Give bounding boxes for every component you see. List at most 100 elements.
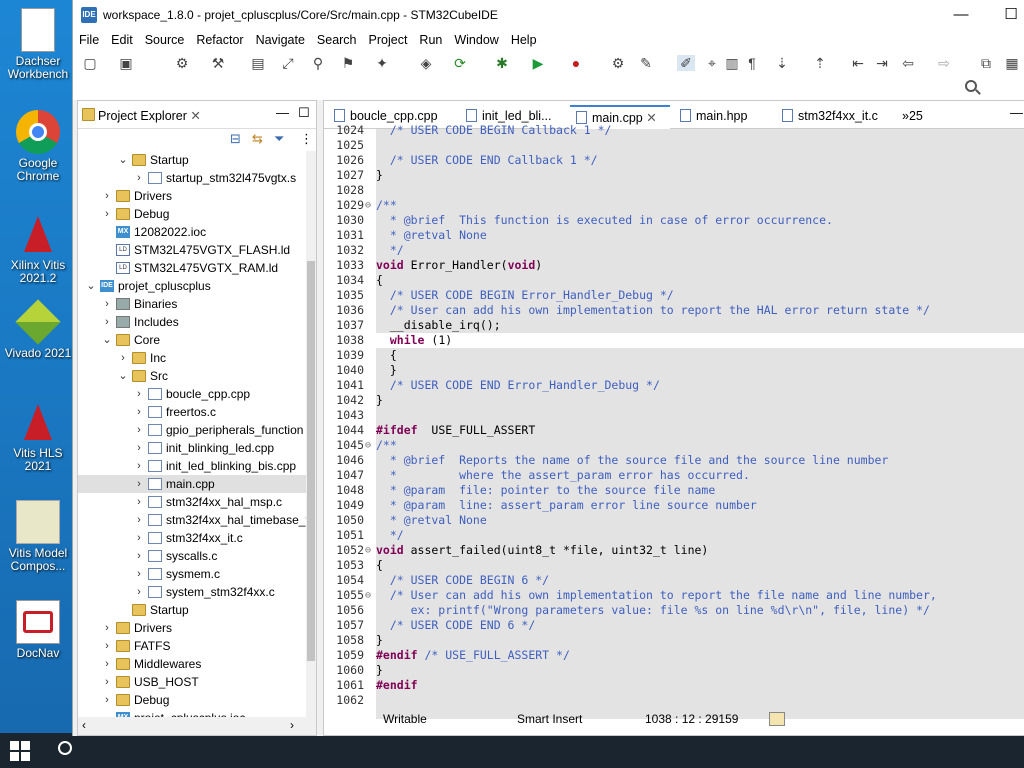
code-line[interactable]: 1046 * @brief Reports the name of the so… <box>324 453 1024 468</box>
code-line[interactable]: 1054 /* USER CODE BEGIN 6 */ <box>324 573 1024 588</box>
expand-chevron-icon[interactable]: › <box>134 511 144 529</box>
menu-file[interactable]: File <box>73 30 105 47</box>
menu-source[interactable]: Source <box>139 30 191 47</box>
code-line[interactable]: 1053 { <box>324 558 1024 573</box>
expand-chevron-icon[interactable]: › <box>102 295 112 313</box>
next-annotation-icon[interactable]: ⇣ <box>773 55 791 71</box>
expand-chevron-icon[interactable]: › <box>102 205 112 223</box>
desktop-icon-vitis-model[interactable]: Vitis Model Compos... <box>0 500 76 573</box>
tree-item[interactable]: › sysmem.c <box>78 565 306 583</box>
code-line[interactable]: 1037 __disable_irq(); <box>324 318 1024 333</box>
code-line[interactable]: 1035 /* USER CODE BEGIN Error_Handler_De… <box>324 288 1024 303</box>
prev-annotation-icon[interactable]: ⇡ <box>811 55 829 71</box>
tree-item[interactable]: › Binaries <box>78 295 306 313</box>
menu-navigate[interactable]: Navigate <box>250 30 311 47</box>
desktop-icon-dachser[interactable]: Dachser Workbench <box>0 8 76 81</box>
code-line[interactable]: 1027} <box>324 168 1024 183</box>
tree-item[interactable]: › Middlewares <box>78 655 306 673</box>
expand-chevron-icon[interactable]: › <box>102 673 112 691</box>
code-line[interactable]: 1062 <box>324 693 1024 708</box>
code-line[interactable]: 1051 */ <box>324 528 1024 543</box>
tree-item[interactable]: ⌄ Src <box>78 367 306 385</box>
external-tools-icon[interactable]: ⚙ <box>609 55 627 71</box>
tree-item[interactable]: › init_blinking_led.cpp <box>78 439 306 457</box>
highlight-icon[interactable]: ✐ <box>677 55 695 71</box>
tree-item[interactable]: › freertos.c <box>78 403 306 421</box>
expand-chevron-icon[interactable]: › <box>134 475 144 493</box>
fold-toggle-icon[interactable]: ⊖ <box>365 588 375 603</box>
project-explorer-title[interactable]: Project Explorer ✕ <box>98 108 201 123</box>
scroll-right-icon[interactable]: › <box>290 718 294 732</box>
tree-item[interactable]: › boucle_cpp.cpp <box>78 385 306 403</box>
expand-chevron-icon[interactable]: › <box>134 529 144 547</box>
close-icon[interactable]: ✕ <box>190 109 200 123</box>
menu-window[interactable]: Window <box>448 30 504 47</box>
maximize-button[interactable]: ☐ <box>991 4 1024 26</box>
tree-horizontal-scrollbar[interactable]: ‹ › <box>78 717 316 735</box>
minimize-button[interactable]: — <box>941 4 981 26</box>
tree-item[interactable]: › FATFS <box>78 637 306 655</box>
code-line[interactable]: 1045 ⊖/** <box>324 438 1024 453</box>
code-line[interactable]: 1059 #endif /* USE_FULL_ASSERT */ <box>324 648 1024 663</box>
collapse-all-icon[interactable]: ⊟ <box>230 131 241 147</box>
expand-chevron-icon[interactable]: › <box>102 655 112 673</box>
open-perspective-icon[interactable]: ⧉ <box>977 55 995 71</box>
fold-toggle-icon[interactable]: ⊖ <box>365 198 375 213</box>
code-line[interactable]: 1028 <box>324 183 1024 198</box>
debug-config-icon[interactable]: ⚲ <box>309 55 327 71</box>
block-icon[interactable]: ▥ <box>723 55 741 71</box>
tree-item[interactable]: ⌄ IDE projet_cpluscplus <box>78 277 306 295</box>
tree-item[interactable]: LD STM32L475VGTX_RAM.ld <box>78 259 306 277</box>
expand-chevron-icon[interactable]: › <box>134 547 144 565</box>
code-line[interactable]: 1034 { <box>324 273 1024 288</box>
tree-item[interactable]: › Drivers <box>78 187 306 205</box>
tree-item[interactable]: › Debug <box>78 205 306 223</box>
tree-item[interactable]: › startup_stm32l475vgtx.s <box>78 169 306 187</box>
stop-icon[interactable]: ● <box>567 55 585 71</box>
menu-edit[interactable]: Edit <box>105 30 139 47</box>
code-line[interactable]: 1048 * @param file: pointer to the sourc… <box>324 483 1024 498</box>
menu-project[interactable]: Project <box>363 30 414 47</box>
expand-chevron-icon[interactable]: › <box>134 403 144 421</box>
code-line[interactable]: 1049 * @param line: assert_param error l… <box>324 498 1024 513</box>
code-line[interactable]: 1052 ⊖ void assert_failed(uint8_t *file, u… <box>324 543 1024 558</box>
code-line[interactable]: 1044 #ifdef USE_FULL_ASSERT <box>324 423 1024 438</box>
tool-icon[interactable]: ⤢ <box>279 55 297 71</box>
tree-item[interactable]: › syscalls.c <box>78 547 306 565</box>
perspective-icon[interactable]: ▦ <box>1003 55 1021 71</box>
expand-chevron-icon[interactable]: › <box>102 691 112 709</box>
fold-toggle-icon[interactable]: ⊖ <box>365 543 375 558</box>
build-settings-icon[interactable]: ⚙ <box>173 55 191 71</box>
desktop-icon-docnav[interactable]: DocNav <box>0 600 76 660</box>
forward-icon[interactable]: ⇨ <box>935 55 953 71</box>
code-line[interactable]: 1036 /* User can add his own implementat… <box>324 303 1024 318</box>
pilcrow-icon[interactable]: ¶ <box>743 55 761 71</box>
expand-chevron-icon[interactable]: › <box>102 619 112 637</box>
tree-item[interactable]: › main.cpp <box>78 475 306 493</box>
code-line[interactable]: 1043 <box>324 408 1024 423</box>
tree-item[interactable]: › Inc <box>78 349 306 367</box>
run-icon[interactable]: ▶ <box>529 55 547 71</box>
desktop-icon-vitis-hls[interactable]: Vitis HLS 2021 <box>0 400 76 473</box>
link-editor-icon[interactable]: ⇆ <box>252 131 263 147</box>
last-edit-icon[interactable]: ⇤ <box>849 55 867 71</box>
code-line[interactable]: 1032 */ <box>324 243 1024 258</box>
tree-item[interactable]: › stm32f4xx_it.c <box>78 529 306 547</box>
scrollbar-thumb[interactable] <box>307 261 315 661</box>
menu-refactor[interactable]: Refactor <box>190 30 249 47</box>
tree-vertical-scrollbar[interactable] <box>306 151 316 717</box>
code-line[interactable]: 1050 * @retval None <box>324 513 1024 528</box>
expand-chevron-icon[interactable]: › <box>102 187 112 205</box>
code-line[interactable]: 1060} <box>324 663 1024 678</box>
code-line[interactable]: 1042} <box>324 393 1024 408</box>
collapse-chevron-icon[interactable]: ⌄ <box>118 151 128 169</box>
build-hammer-icon[interactable]: ⚒ <box>209 55 227 71</box>
desktop-icon-chrome[interactable]: Google Chrome <box>0 110 76 183</box>
new-class-icon[interactable]: ◈ <box>417 55 435 71</box>
refresh-icon[interactable]: ⟳ <box>451 55 469 71</box>
binary-icon[interactable]: ▤ <box>249 55 267 71</box>
code-line[interactable]: 1038 while (1) <box>324 333 1024 348</box>
code-line[interactable]: 1055 ⊖ /* User can add his own implementa… <box>324 588 1024 603</box>
expand-chevron-icon[interactable]: › <box>134 385 144 403</box>
code-line[interactable]: 1058} <box>324 633 1024 648</box>
